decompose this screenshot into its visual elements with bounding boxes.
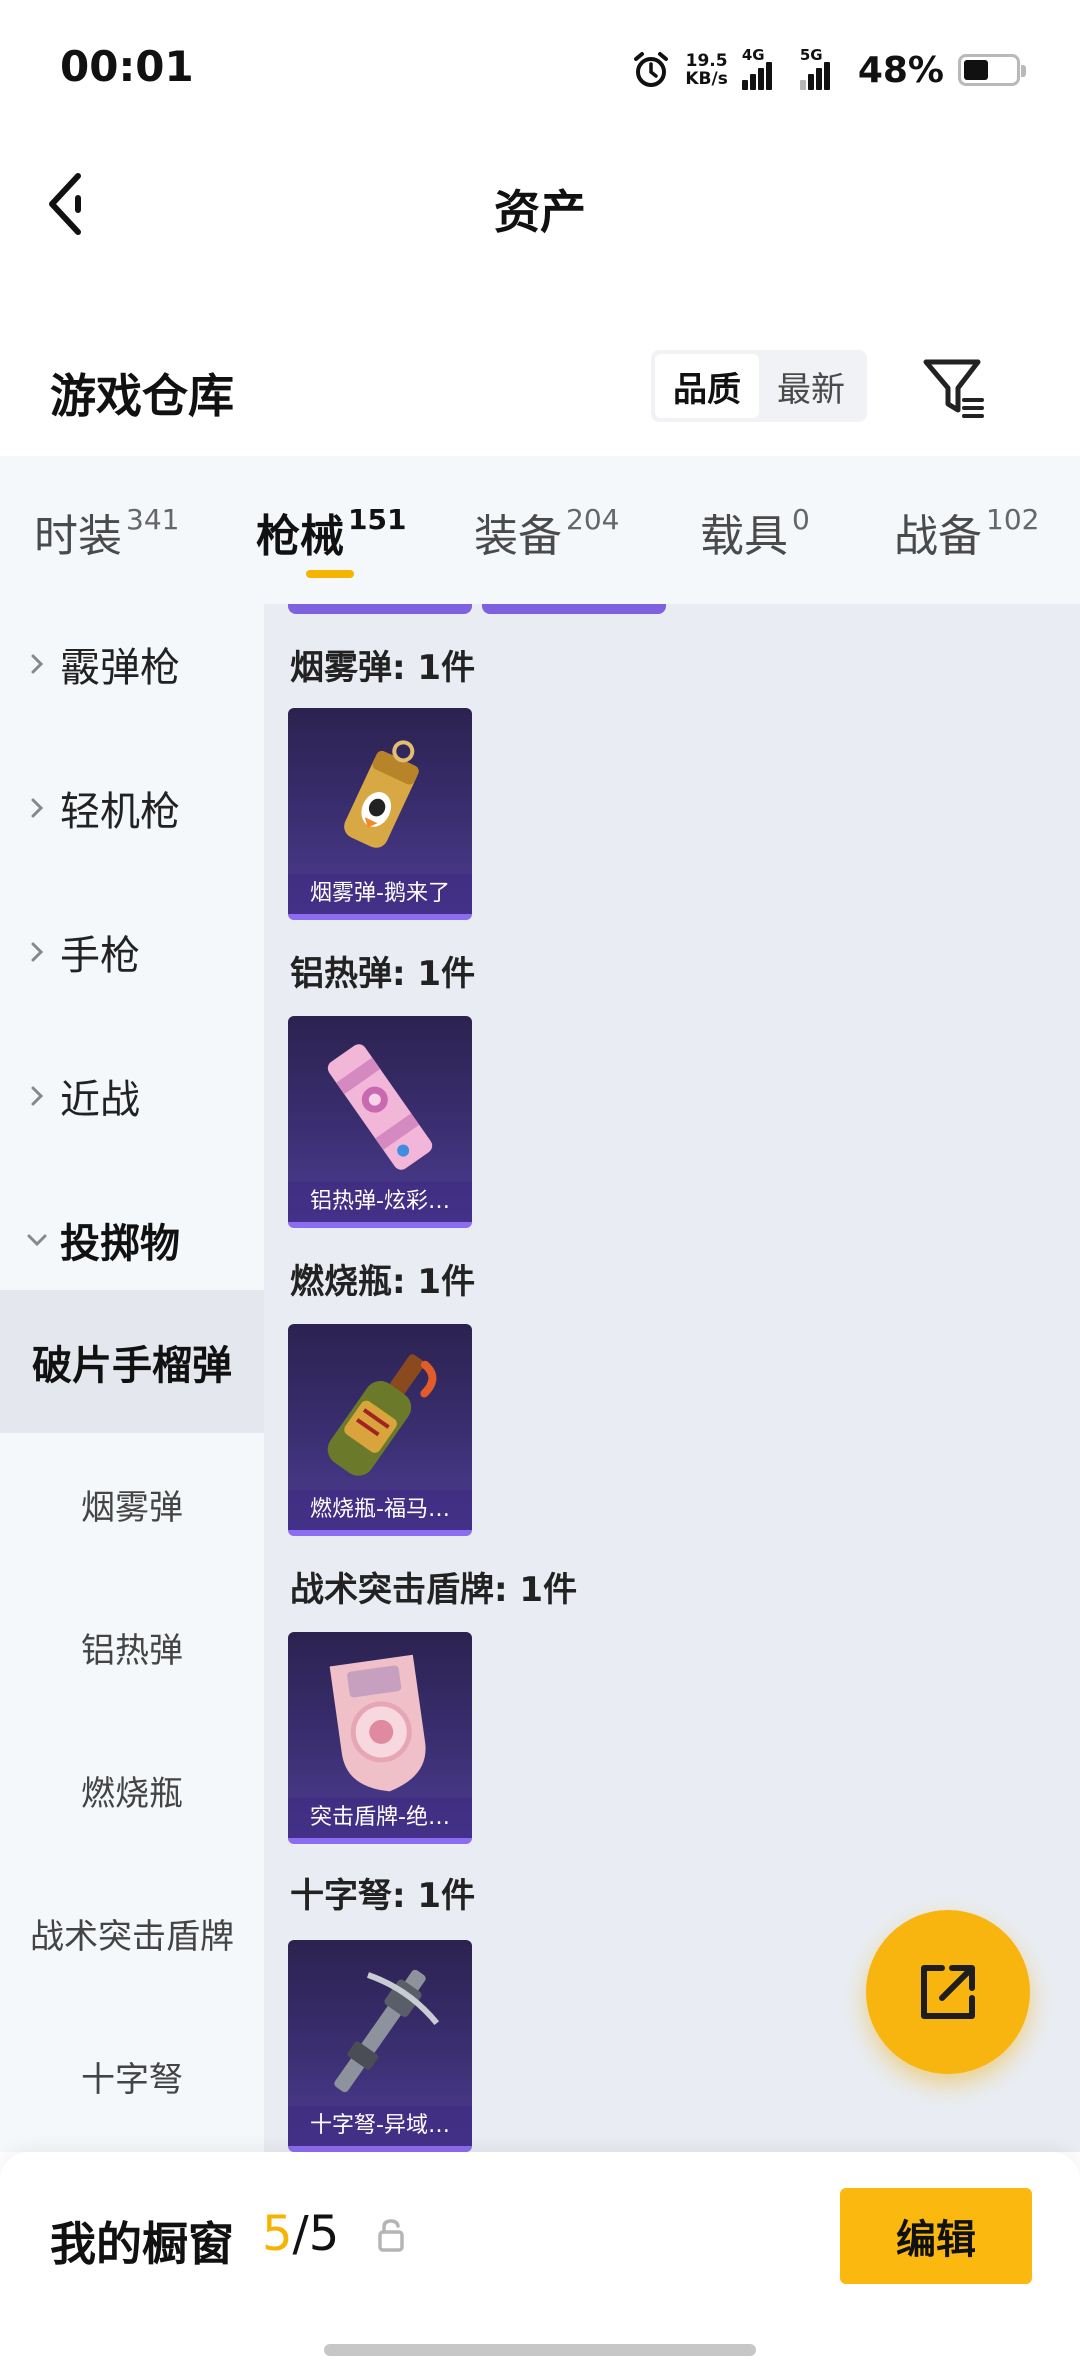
sidebar-subitem-smoke-grenade[interactable]: 烟雾弹 bbox=[0, 1433, 264, 1576]
tab-count: 151 bbox=[348, 503, 407, 537]
sidebar-item-lmg[interactable]: 轻机枪 bbox=[0, 748, 264, 868]
group-title: 十字弩: 1件 bbox=[290, 1876, 476, 1916]
status-bar: 00:01 19.5 KB/s 4G 5G 48% bbox=[0, 0, 1080, 140]
battery-percent: 48% bbox=[857, 49, 944, 91]
category-sidebar: 霰弹枪 轻机枪 手枪 近战 投掷物 破片手榴弹 烟雾弹 铝热弹 燃烧瓶 战术突击… bbox=[0, 604, 264, 2152]
sidebar-item-label: 投掷物 bbox=[60, 1221, 180, 1267]
showcase-count: 5/5 bbox=[262, 2206, 339, 2262]
item-card-name: 铝热弹-炫彩… bbox=[288, 1182, 472, 1222]
sidebar-item-label: 近战 bbox=[60, 1077, 140, 1123]
molotov-icon bbox=[327, 1354, 437, 1476]
sidebar-item-pistol[interactable]: 手枪 bbox=[0, 892, 264, 1012]
thermite-icon bbox=[327, 1044, 433, 1170]
alarm-icon bbox=[634, 52, 669, 87]
item-card[interactable]: 铝热弹-炫彩… bbox=[288, 1016, 472, 1228]
sidebar-subitem-shield[interactable]: 战术突击盾牌 bbox=[0, 1862, 264, 2005]
network-speed-unit: KB/s bbox=[685, 69, 728, 89]
section-title: 游戏仓库 bbox=[50, 369, 234, 423]
sort-option-newest[interactable]: 最新 bbox=[759, 354, 863, 418]
active-tab-indicator bbox=[306, 570, 354, 578]
sidebar-item-shotgun[interactable]: 霰弹枪 bbox=[0, 604, 264, 724]
showcase-bar: 我的橱窗 5/5 编辑 bbox=[0, 2152, 1080, 2375]
nav-header: 资产 bbox=[0, 140, 1080, 270]
tab-label: 战备 bbox=[894, 511, 982, 562]
sidebar-item-label: 手枪 bbox=[60, 933, 140, 979]
sidebar-subitem-frag-grenade[interactable]: 破片手榴弹 bbox=[0, 1290, 264, 1433]
group-title: 战术突击盾牌: 1件 bbox=[290, 1570, 578, 1610]
page-title: 资产 bbox=[494, 185, 586, 239]
battery-icon bbox=[958, 54, 1026, 86]
smoke-grenade-icon bbox=[344, 740, 419, 848]
tab-count: 102 bbox=[986, 503, 1040, 537]
item-card-name: 十字弩-异域… bbox=[288, 2106, 472, 2146]
showcase-count-separator: / bbox=[292, 2206, 309, 2262]
tab-count: 204 bbox=[566, 503, 620, 537]
showcase-label: 我的橱窗 bbox=[50, 2217, 234, 2271]
chevron-down-icon bbox=[27, 1234, 47, 1247]
edit-button[interactable]: 编辑 bbox=[840, 2188, 1032, 2284]
crossbow-icon bbox=[334, 1969, 440, 2093]
tab-count: 341 bbox=[126, 503, 180, 537]
tab-label: 载具 bbox=[700, 511, 788, 562]
tab-label: 装备 bbox=[474, 511, 562, 562]
sidebar-item-label: 轻机枪 bbox=[60, 789, 180, 835]
status-time: 00:01 bbox=[60, 42, 194, 91]
item-card[interactable]: 突击盾牌-绝… bbox=[288, 1632, 472, 1844]
chevron-right-icon bbox=[31, 942, 44, 962]
shield-icon bbox=[329, 1654, 426, 1792]
category-tabs: 时装 341 枪械 151 装备 204 载具 0 战备 102 bbox=[0, 456, 1080, 604]
lock-icon bbox=[378, 2219, 404, 2252]
showcase-count-total: 5 bbox=[308, 2206, 340, 2262]
item-card[interactable]: 十字弩-异域… bbox=[288, 1940, 472, 2152]
chevron-right-icon bbox=[31, 1086, 44, 1106]
sort-option-quality[interactable]: 品质 bbox=[655, 354, 759, 418]
sim1-label: 4G bbox=[741, 46, 765, 64]
home-indicator[interactable] bbox=[324, 2344, 756, 2356]
battery-fill bbox=[964, 60, 988, 80]
network-speed-value: 19.5 bbox=[685, 51, 728, 71]
card-edge bbox=[288, 604, 472, 614]
section-header: 游戏仓库 品质 最新 bbox=[0, 330, 1080, 450]
item-card-name: 燃烧瓶-福马… bbox=[288, 1490, 472, 1530]
card-edge bbox=[482, 604, 666, 614]
showcase-count-current: 5 bbox=[262, 2206, 293, 2262]
signal-icon-sim2: 5G bbox=[799, 46, 844, 90]
sidebar-subitem-crossbow[interactable]: 十字弩 bbox=[0, 2005, 264, 2148]
chevron-right-icon bbox=[31, 654, 44, 674]
sidebar-subitem-thermite[interactable]: 铝热弹 bbox=[0, 1576, 264, 1719]
tab-firearms[interactable]: 枪械 151 bbox=[256, 500, 406, 564]
tab-label: 时装 bbox=[34, 511, 122, 562]
group-title: 铝热弹: 1件 bbox=[290, 954, 476, 994]
status-icons: 19.5 KB/s 4G 5G 48% bbox=[631, 46, 1026, 94]
tab-tactical[interactable]: 战备 102 bbox=[894, 500, 1039, 564]
item-card-name: 烟雾弹-鹅来了 bbox=[288, 874, 472, 914]
item-card[interactable]: 燃烧瓶-福马… bbox=[288, 1324, 472, 1536]
sim2-label: 5G bbox=[799, 46, 823, 64]
share-button[interactable] bbox=[866, 1910, 1030, 2074]
sidebar-item-melee[interactable]: 近战 bbox=[0, 1036, 264, 1156]
filter-icon[interactable] bbox=[920, 354, 988, 422]
sidebar-item-throwables[interactable]: 投掷物 bbox=[0, 1180, 264, 1300]
tab-equipment[interactable]: 装备 204 bbox=[474, 500, 619, 564]
item-card-name: 突击盾牌-绝… bbox=[288, 1798, 472, 1838]
network-speed: 19.5 KB/s bbox=[685, 52, 727, 88]
share-icon bbox=[921, 1965, 975, 2019]
signal-icon: 4G bbox=[741, 46, 786, 90]
sidebar-item-label: 霰弹枪 bbox=[60, 645, 180, 691]
group-title: 燃烧瓶: 1件 bbox=[290, 1262, 476, 1302]
item-card[interactable]: 烟雾弹-鹅来了 bbox=[288, 708, 472, 920]
sort-toggle: 品质 最新 bbox=[651, 350, 867, 422]
tab-fashion[interactable]: 时装 341 bbox=[34, 500, 179, 564]
tab-count: 0 bbox=[792, 503, 810, 537]
chevron-right-icon bbox=[31, 798, 44, 818]
tab-vehicles[interactable]: 载具 0 bbox=[700, 500, 810, 564]
group-title: 烟雾弹: 1件 bbox=[290, 648, 476, 688]
sidebar-subitem-molotov[interactable]: 燃烧瓶 bbox=[0, 1719, 264, 1862]
tab-label: 枪械 bbox=[256, 511, 344, 562]
